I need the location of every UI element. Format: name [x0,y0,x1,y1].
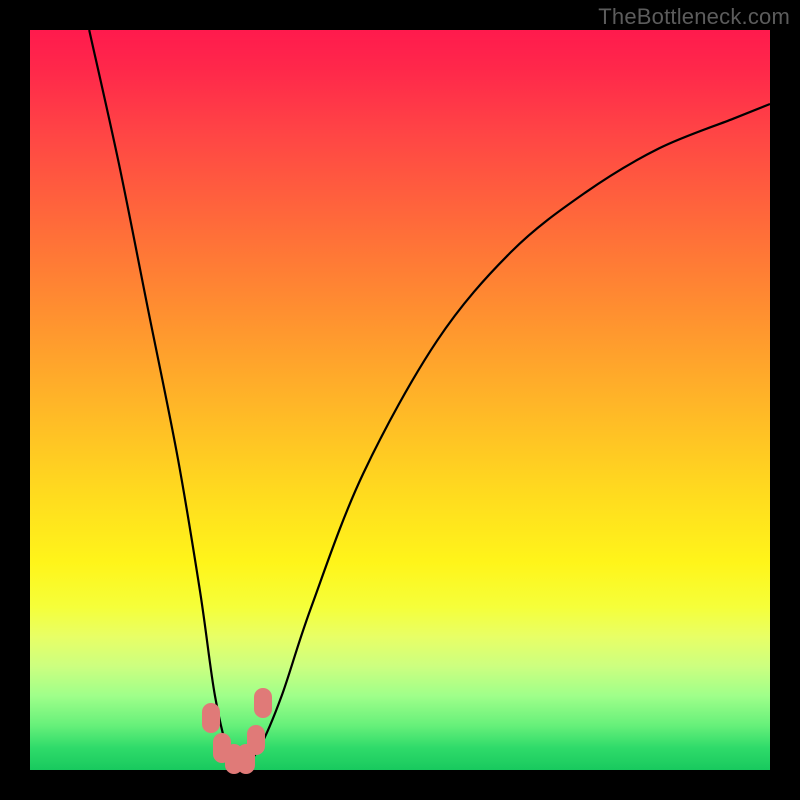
chart-frame: TheBottleneck.com [0,0,800,800]
plot-area [30,30,770,770]
watermark-text: TheBottleneck.com [598,4,790,30]
bottleneck-curve [30,30,770,770]
optimal-marker [247,725,265,755]
optimal-marker [202,703,220,733]
optimal-marker [254,688,272,718]
